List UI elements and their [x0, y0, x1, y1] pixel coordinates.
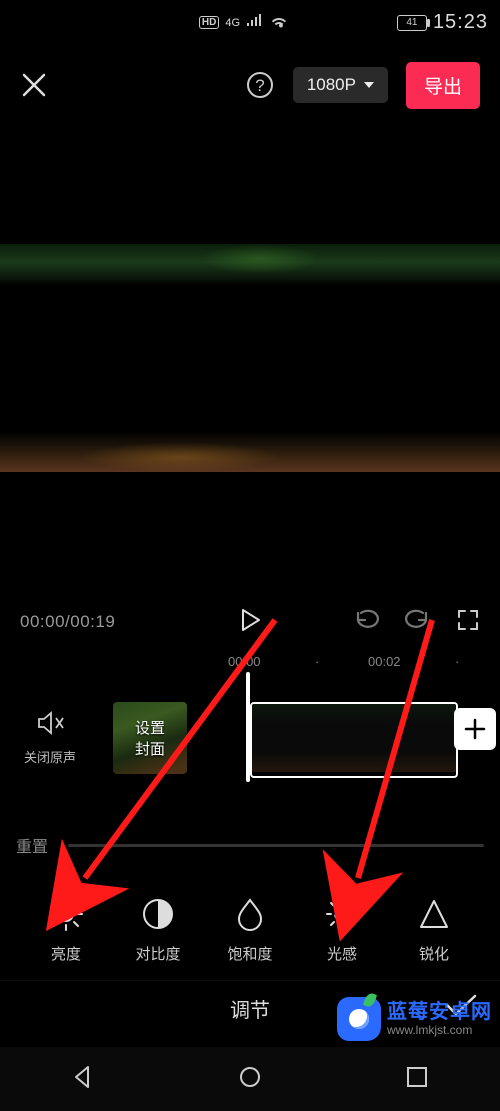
clip-frame: [252, 704, 320, 772]
tool-light[interactable]: 光感: [296, 895, 388, 964]
contrast-icon: [139, 895, 177, 933]
time-display: 00:00/00:19: [20, 612, 115, 632]
reset-button[interactable]: 重置: [16, 833, 48, 857]
adjust-panel: 重置 亮度 对比度 饱和度 光感: [0, 825, 500, 964]
set-cover-button[interactable]: 设置 封面: [100, 702, 200, 774]
undo-button[interactable]: [352, 608, 380, 637]
clock: 15:23: [433, 11, 488, 34]
ruler-tick: 00:00: [228, 654, 261, 669]
clip-track[interactable]: [250, 702, 458, 778]
light-sense-icon: [323, 895, 361, 933]
add-clip-button[interactable]: [454, 708, 496, 750]
timeline[interactable]: 00:00 · 00:02 · 关闭原声 设置 封面: [0, 650, 500, 790]
nav-home-button[interactable]: [237, 1064, 263, 1095]
video-preview[interactable]: [0, 244, 500, 472]
sharpen-icon: [415, 895, 453, 933]
resolution-select[interactable]: 1080P: [293, 67, 388, 103]
hd-badge: HD: [199, 16, 219, 29]
tool-sharpen[interactable]: 锐化: [388, 895, 480, 964]
status-bar: HD 4G 41 15:23: [0, 0, 500, 45]
tool-contrast[interactable]: 对比度: [112, 895, 204, 964]
clip-frame: [388, 704, 456, 772]
saturation-icon: [231, 895, 269, 933]
svg-text:?: ?: [255, 76, 264, 95]
nav-recent-button[interactable]: [404, 1064, 430, 1095]
wifi-icon: [270, 12, 288, 33]
battery-icon: 41: [397, 15, 427, 31]
status-right: 41 15:23: [397, 11, 488, 34]
chevron-down-icon: [364, 82, 374, 88]
playhead[interactable]: [246, 672, 250, 782]
signal-icon: [246, 12, 264, 33]
export-button[interactable]: 导出: [406, 62, 480, 109]
nav-back-button[interactable]: [70, 1064, 96, 1095]
adjust-slider[interactable]: [68, 844, 484, 847]
clip-frame: [320, 704, 388, 772]
android-nav-bar: [0, 1047, 500, 1111]
panel-title: 调节: [230, 994, 270, 1023]
timeline-ruler: 00:00 · 00:02 ·: [0, 654, 500, 674]
play-button[interactable]: [237, 607, 263, 638]
mute-original-button[interactable]: 关闭原声: [0, 710, 100, 766]
close-button[interactable]: [20, 71, 48, 99]
help-button[interactable]: ?: [245, 70, 275, 100]
tool-brightness[interactable]: 亮度: [20, 895, 112, 964]
redo-button[interactable]: [404, 608, 432, 637]
watermark-icon: [337, 997, 381, 1041]
resolution-label: 1080P: [307, 75, 356, 95]
speaker-muted-icon: [0, 710, 100, 741]
ruler-tick: 00:02: [368, 654, 401, 669]
playback-controls: 00:00/00:19: [0, 602, 500, 642]
top-toolbar: ? 1080P 导出: [0, 45, 500, 125]
fullscreen-button[interactable]: [456, 608, 480, 637]
tool-saturation[interactable]: 饱和度: [204, 895, 296, 964]
network-4g: 4G: [225, 17, 240, 29]
status-left: HD 4G: [90, 12, 397, 33]
cover-thumb: 设置 封面: [113, 702, 187, 774]
watermark: 蓝莓安卓网 www.lmkjst.com: [337, 997, 492, 1041]
brightness-icon: [47, 895, 85, 933]
